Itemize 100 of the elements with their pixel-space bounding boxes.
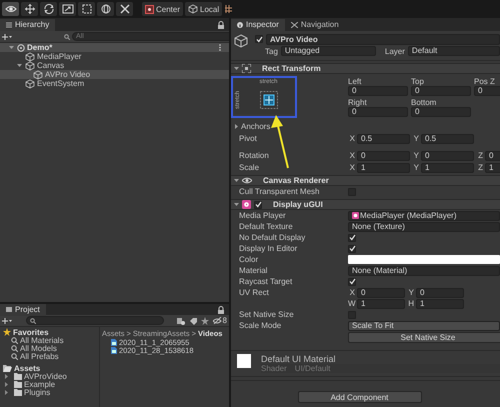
tag-label: Tag — [265, 46, 278, 56]
tool-button[interactable] — [21, 2, 38, 16]
tree-item[interactable]: EventSystem — [0, 79, 229, 88]
cross-arrows-icon — [24, 4, 36, 14]
component-header[interactable]: Display uGUI — [231, 199, 500, 210]
tree-label: Canvas — [37, 61, 64, 70]
tool-button[interactable] — [116, 2, 133, 16]
cube-icon — [25, 52, 35, 62]
panel-tab[interactable]: Inspector — [231, 18, 285, 30]
folder-item[interactable]: Example — [0, 380, 99, 388]
axis-label: W — [348, 299, 355, 308]
object-field[interactable]: None (Material) — [348, 266, 500, 276]
number-field[interactable]: 0 — [357, 150, 410, 160]
tree-label: AVPro Video — [45, 70, 90, 79]
lock-icon — [217, 20, 225, 28]
number-field[interactable]: 0.5 — [421, 134, 474, 144]
field-label: Pos Z — [474, 77, 496, 86]
tree-item[interactable]: AVPro Video — [0, 70, 229, 79]
globe-icon — [100, 4, 112, 14]
anchors-label[interactable]: Anchors — [241, 122, 270, 131]
checkbox[interactable] — [348, 278, 356, 286]
property-label: Cull Transparent Mesh — [238, 186, 320, 197]
number-field[interactable]: 0 — [348, 107, 408, 117]
search-field[interactable] — [26, 316, 164, 325]
dotted-square-icon — [80, 4, 92, 14]
active-checkbox[interactable] — [255, 35, 263, 43]
enabled-checkbox[interactable] — [254, 200, 262, 208]
assets-label: Assets — [14, 364, 40, 372]
component-header[interactable]: Rect Transform — [231, 63, 500, 74]
tree-item[interactable]: Demo* — [0, 43, 229, 52]
checkbox[interactable] — [348, 244, 356, 252]
anchor-preset-icon — [260, 91, 278, 109]
layer-dropdown[interactable]: Default — [408, 46, 500, 56]
component-header[interactable]: Canvas Renderer — [231, 175, 500, 186]
property-label: Raycast Target — [238, 276, 294, 287]
favorite-item[interactable]: All Prefabs — [0, 352, 99, 360]
object-field[interactable]: MediaPlayer (MediaPlayer) — [348, 210, 500, 220]
favorite-item[interactable]: All Models — [0, 344, 99, 352]
checkmark-icon — [254, 201, 262, 208]
number-field[interactable]: 0 — [416, 288, 464, 298]
tool-button[interactable] — [78, 2, 95, 16]
property-label: No Default Display — [238, 232, 306, 243]
folder-item[interactable]: Plugins — [0, 388, 99, 396]
axis-label: Z — [477, 163, 483, 172]
tree-item[interactable]: Canvas — [0, 61, 229, 70]
axis-label: X — [348, 134, 355, 143]
shader-label: Shader — [261, 364, 287, 373]
hierarchy-tab[interactable]: Hierarchy — [0, 18, 56, 30]
set-size-button[interactable]: Set Native Size — [348, 332, 500, 343]
tool-button[interactable] — [59, 2, 76, 16]
number-field[interactable]: 1 — [485, 162, 500, 172]
property-label: Material — [238, 265, 268, 276]
favorite-item[interactable]: All Materials — [0, 336, 99, 344]
checkmark-icon — [348, 278, 356, 285]
number-field[interactable]: 0 — [421, 150, 474, 160]
add-component-button[interactable]: Add Component — [298, 391, 422, 403]
info-icon — [237, 22, 243, 28]
property-label: Default Texture — [238, 221, 294, 232]
tool-button[interactable] — [40, 2, 57, 16]
cube-icon — [188, 4, 198, 14]
checkbox[interactable] — [348, 234, 356, 242]
tag-dropdown[interactable]: Untagged — [280, 46, 376, 56]
number-field[interactable]: 1 — [357, 162, 410, 172]
property-label: Pivot — [238, 133, 258, 144]
number-field[interactable]: 0 — [348, 86, 408, 96]
cube-icon — [233, 33, 249, 49]
object-field[interactable]: None (Texture) — [348, 222, 500, 232]
property-label: Scale — [238, 162, 260, 173]
dropdown[interactable]: Scale To Fit — [348, 320, 500, 330]
number-field[interactable]: 1 — [416, 298, 464, 308]
color-swatch[interactable] — [348, 255, 500, 264]
cube-icon — [25, 60, 35, 70]
number-field[interactable]: 0 — [474, 86, 500, 96]
axis-label: Y — [412, 134, 419, 143]
grid-snap-icon — [224, 4, 234, 14]
project-tab[interactable]: Project — [0, 304, 46, 316]
cube-icon — [33, 70, 43, 80]
component-title: Display uGUI — [273, 200, 323, 209]
number-field[interactable]: 0 — [411, 107, 471, 117]
number-field[interactable]: 0 — [411, 86, 471, 96]
pivot-button[interactable]: Center — [142, 2, 184, 16]
favorites-label: Favorites — [13, 328, 49, 336]
add-icon — [2, 316, 12, 324]
tool-button[interactable] — [2, 2, 19, 16]
folder-item[interactable]: AVProVideo — [0, 372, 99, 380]
name-field[interactable]: AVPro Video — [266, 34, 500, 44]
tool-button[interactable] — [97, 2, 114, 16]
number-field[interactable]: 0 — [485, 150, 500, 160]
axis-label: Y — [412, 163, 419, 172]
axis-label: X — [348, 288, 355, 297]
number-field[interactable]: 0.5 — [357, 134, 410, 144]
number-field[interactable]: 0 — [357, 288, 405, 298]
number-field[interactable]: 1 — [421, 162, 474, 172]
property-label: Display In Editor — [238, 243, 298, 254]
list-icon — [6, 22, 12, 28]
pivot-button[interactable]: Local — [185, 2, 222, 16]
eye-slash-icon — [212, 317, 222, 324]
number-field[interactable]: 1 — [357, 298, 405, 308]
circular-arrows-icon — [42, 4, 54, 14]
tree-item[interactable]: MediaPlayer — [0, 52, 229, 61]
